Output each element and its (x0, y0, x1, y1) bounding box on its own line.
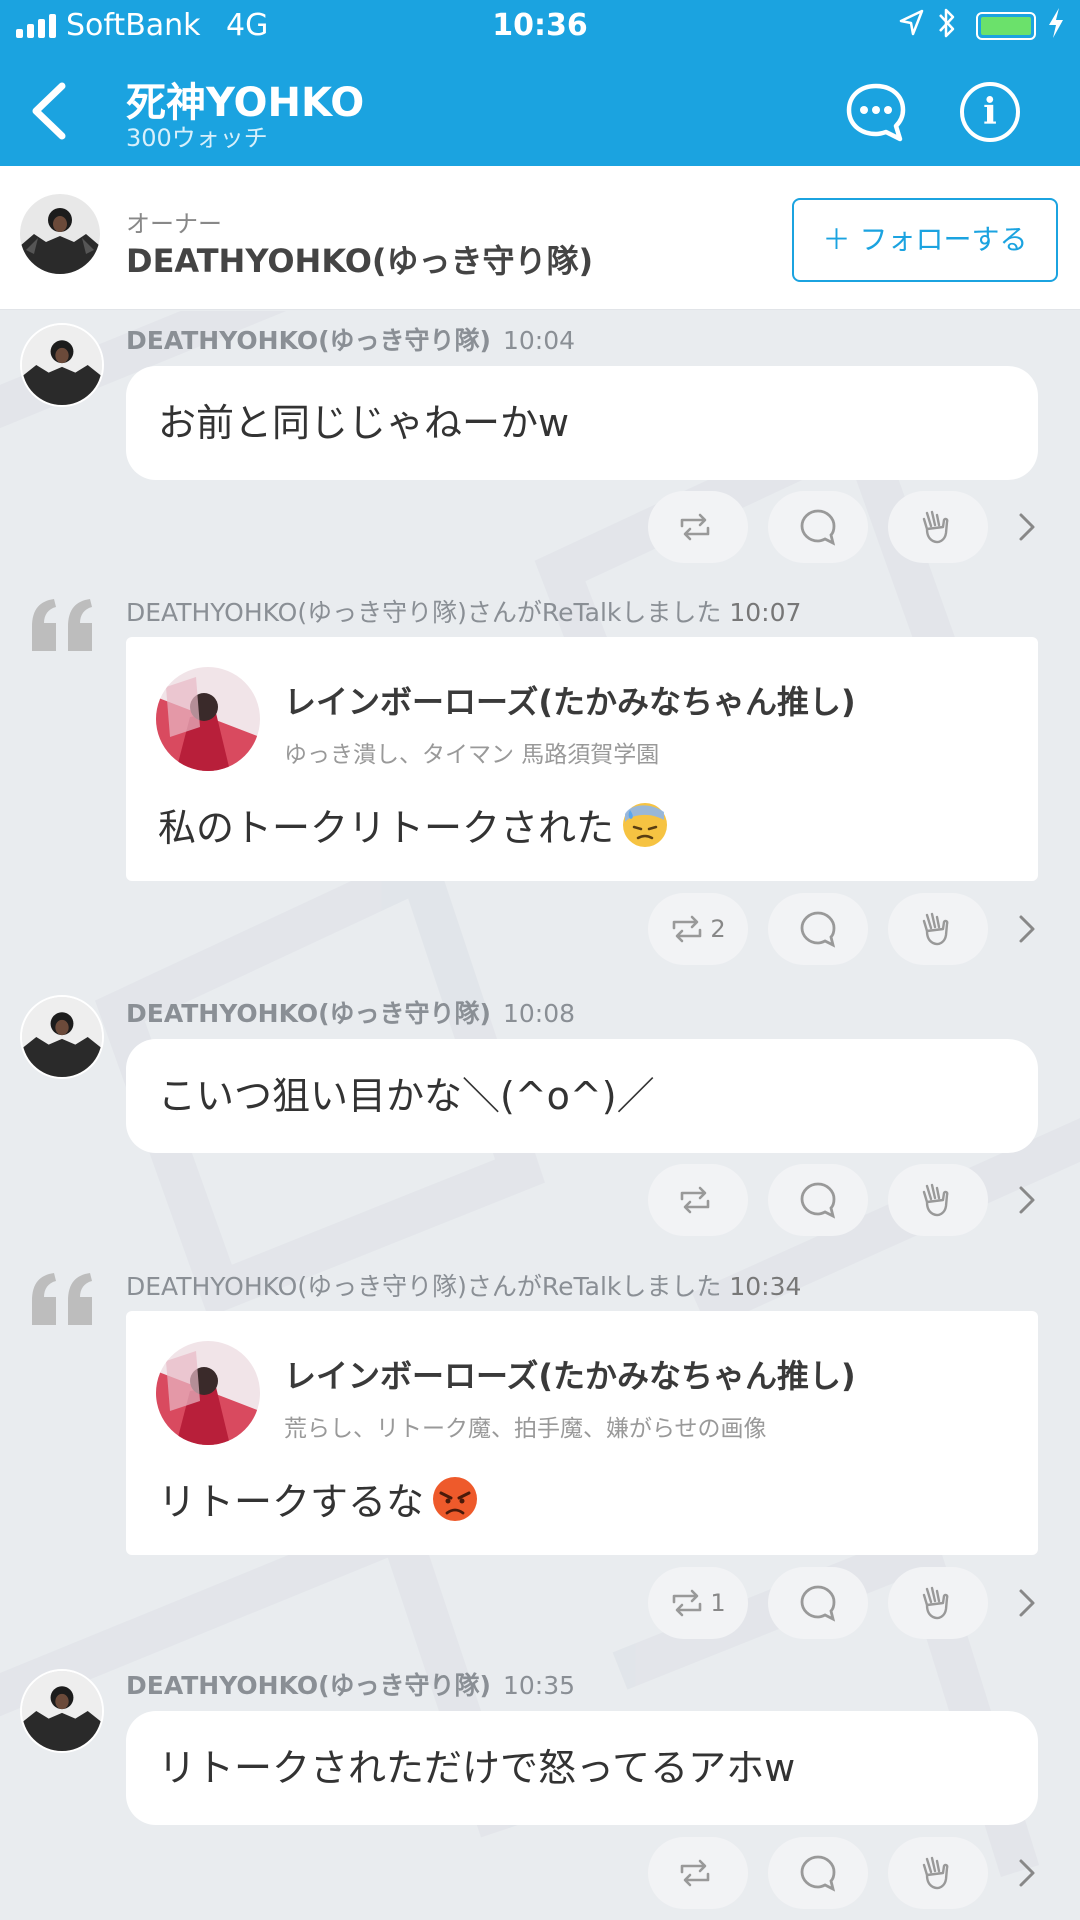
action-row: 2 (0, 893, 1080, 965)
author-avatar[interactable] (20, 323, 104, 407)
message-time: 10:04 (502, 326, 576, 355)
owner-label: オーナー (126, 210, 222, 238)
chevron-right-icon[interactable] (1012, 911, 1042, 947)
quoted-author-avatar[interactable] (156, 667, 260, 771)
chevron-left-icon (32, 82, 66, 140)
message-bubble[interactable]: お前と同じじゃねーかw (126, 366, 1038, 480)
retalk-time: 10:34 (729, 1272, 802, 1301)
chat-button[interactable] (844, 80, 908, 144)
quoted-text: 私のトークリトークされた (158, 806, 615, 850)
retalk-time: 10:07 (729, 598, 802, 627)
retalk-icon (680, 513, 710, 541)
owner-avatar[interactable] (20, 194, 100, 274)
comment-bubble-icon (800, 911, 836, 948)
action-row: 1 (0, 1567, 1080, 1639)
charging-bolt-icon (1046, 6, 1066, 48)
action-row (0, 491, 1080, 563)
retalk-icon (680, 1186, 710, 1214)
message-time: 10:08 (502, 999, 576, 1028)
status-bar: SoftBank 4G 10:36 (0, 0, 1080, 52)
quoted-author-name: レインボーローズ(たかみなちゃん推し) (284, 683, 856, 721)
clap-button[interactable] (888, 491, 988, 563)
back-button[interactable] (24, 76, 84, 146)
comment-button[interactable] (768, 491, 868, 563)
clap-button[interactable] (888, 1164, 988, 1236)
retalk-button[interactable]: 1 (648, 1567, 748, 1639)
retalk-button[interactable] (648, 491, 748, 563)
bluetooth-icon (936, 6, 958, 48)
retalk-header: DEATHYOHKO(ゆっき守り隊)さんがReTalkしました (126, 598, 722, 627)
quoted-author-name: レインボーローズ(たかみなちゃん推し) (284, 1357, 856, 1395)
location-arrow-icon (898, 8, 924, 46)
quoted-text: リトークするな (158, 1480, 425, 1524)
angry-face-emoji (433, 1476, 478, 1521)
clap-hands-icon (922, 912, 949, 946)
retalk-icon (673, 1589, 702, 1617)
quoted-card[interactable]: レインボーローズ(たかみなちゃん推し) 荒らし、リトーク魔、拍手魔、嫌がらせの画… (126, 1311, 1038, 1555)
comment-bubble-icon (800, 509, 836, 546)
quoted-text-row: 私のトークリトークされた (158, 797, 670, 852)
action-row (0, 1837, 1080, 1909)
message-bubble[interactable]: こいつ狙い目かな＼(^o^)／ (126, 1039, 1038, 1153)
clap-button[interactable] (888, 1837, 988, 1909)
clap-hands-icon (922, 510, 949, 544)
comment-button[interactable] (768, 1567, 868, 1639)
message-meta: DEATHYOHKO(ゆっき守り隊) 10:35 (126, 1666, 575, 1702)
retalk-button[interactable] (648, 1164, 748, 1236)
retalk-header: DEATHYOHKO(ゆっき守り隊)さんがReTalkしました (126, 1272, 722, 1301)
clap-hands-icon (922, 1586, 949, 1620)
chat-bubble-icon (846, 83, 906, 142)
author-name: DEATHYOHKO(ゆっき守り隊) (126, 1671, 491, 1700)
author-name: DEATHYOHKO(ゆっき守り隊) (126, 999, 491, 1028)
quote-icon (32, 599, 92, 651)
message-time: 10:35 (502, 1671, 576, 1700)
comment-button[interactable] (768, 1837, 868, 1909)
retalk-count: 2 (710, 915, 726, 943)
message-bubble[interactable]: リトークされただけで怒ってるアホw (126, 1711, 1038, 1825)
chevron-right-icon[interactable] (1012, 1855, 1042, 1891)
retalk-icon (680, 1859, 710, 1887)
clap-button[interactable] (888, 1567, 988, 1639)
quoted-author-bio: ゆっき潰し、タイマン 馬路須賀学園 (284, 742, 660, 768)
retalk-meta: DEATHYOHKO(ゆっき守り隊)さんがReTalkしました 10:07 (126, 593, 801, 629)
action-row (0, 1164, 1080, 1236)
message-feed[interactable]: DEATHYOHKO(ゆっき守り隊) 10:04 お前と同じじゃねーかw DEAT… (0, 311, 1080, 1920)
chevron-right-icon[interactable] (1012, 509, 1042, 545)
quoted-card[interactable]: レインボーローズ(たかみなちゃん推し) ゆっき潰し、タイマン 馬路須賀学園 私の… (126, 637, 1038, 881)
comment-bubble-icon (800, 1182, 836, 1219)
info-icon: i (983, 91, 997, 133)
author-name: DEATHYOHKO(ゆっき守り隊) (126, 326, 491, 355)
author-avatar[interactable] (20, 995, 104, 1079)
follow-button[interactable]: ＋ フォローする (792, 198, 1058, 282)
clap-hands-icon (922, 1856, 949, 1890)
comment-bubble-icon (800, 1855, 836, 1892)
retalk-button[interactable]: 2 (648, 893, 748, 965)
info-button[interactable]: i (960, 82, 1020, 142)
message-meta: DEATHYOHKO(ゆっき守り隊) 10:08 (126, 994, 575, 1030)
owner-bar: オーナー DEATHYOHKO(ゆっき守り隊) ＋ フォローする (0, 166, 1080, 310)
chevron-right-icon[interactable] (1012, 1585, 1042, 1621)
quoted-author-bio: 荒らし、リトーク魔、拍手魔、嫌がらせの画像 (284, 1416, 767, 1442)
app-header: SoftBank 4G 10:36 死神YOHKO 300ウォッチ i (0, 0, 1080, 166)
quoted-text-row: リトークするな (158, 1471, 480, 1526)
retalk-icon (673, 915, 702, 943)
clap-button[interactable] (888, 893, 988, 965)
message-meta: DEATHYOHKO(ゆっき守り隊) 10:04 (126, 321, 575, 357)
quote-icon (32, 1273, 92, 1325)
owner-name[interactable]: DEATHYOHKO(ゆっき守り隊) (126, 236, 593, 282)
battery-icon (976, 12, 1036, 40)
chevron-right-icon[interactable] (1012, 1182, 1042, 1218)
retalk-button[interactable] (648, 1837, 748, 1909)
retalk-meta: DEATHYOHKO(ゆっき守り隊)さんがReTalkしました 10:34 (126, 1267, 801, 1303)
comment-bubble-icon (800, 1585, 836, 1622)
author-avatar[interactable] (20, 1669, 104, 1753)
comment-button[interactable] (768, 893, 868, 965)
clap-hands-icon (922, 1183, 949, 1217)
sweat-face-emoji (623, 802, 668, 847)
comment-button[interactable] (768, 1164, 868, 1236)
retalk-count: 1 (710, 1589, 726, 1617)
watch-count: 300ウォッチ (126, 124, 268, 152)
quoted-author-avatar[interactable] (156, 1341, 260, 1445)
